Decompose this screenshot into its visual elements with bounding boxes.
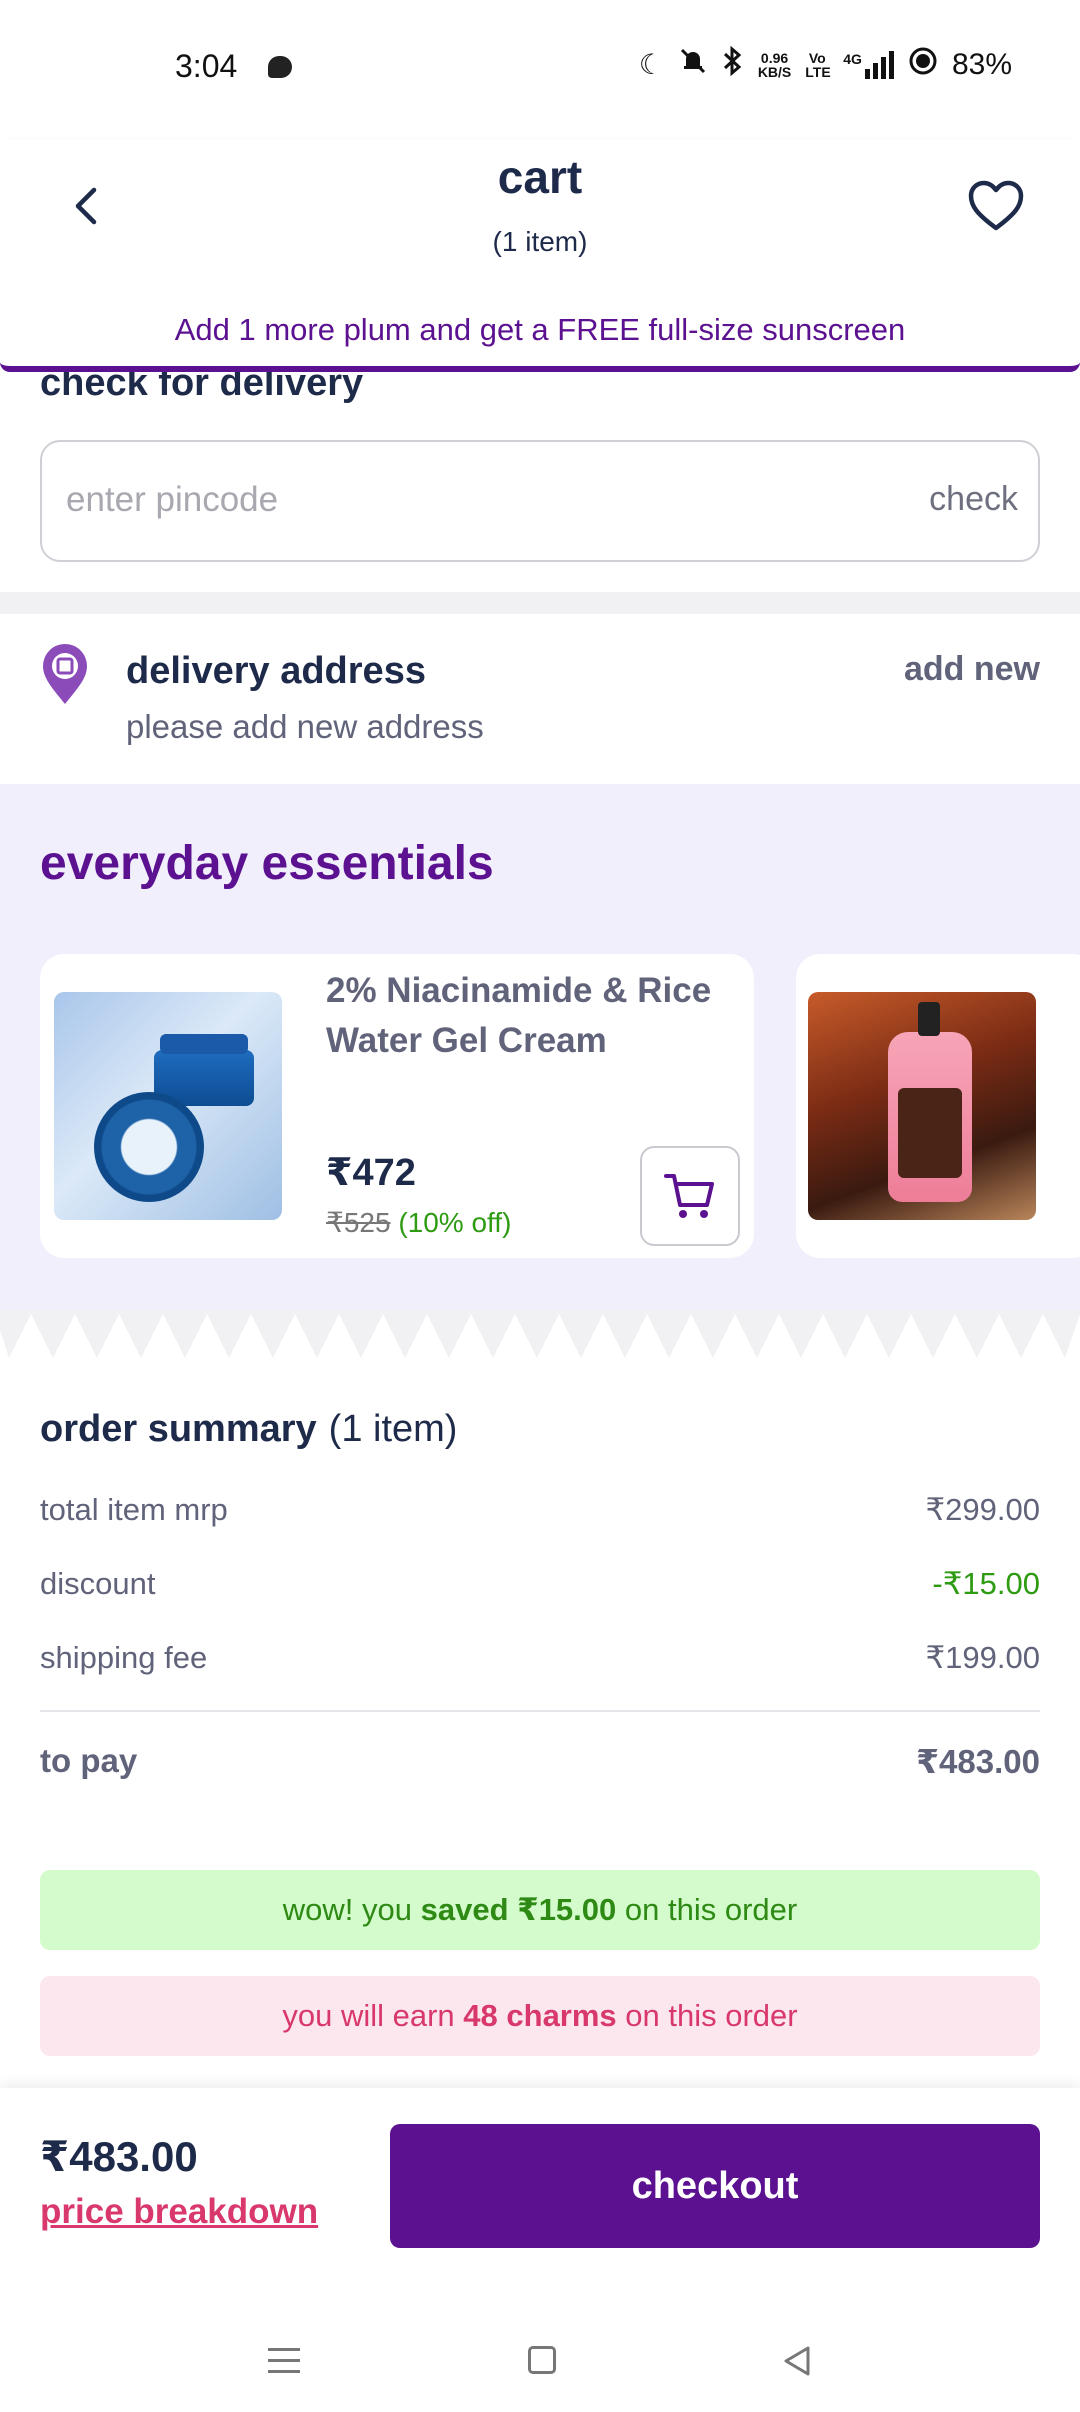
- essentials-title: everyday essentials: [40, 837, 494, 890]
- add-to-cart-button[interactable]: [640, 1146, 740, 1246]
- pincode-field: check: [40, 440, 1040, 562]
- delivery-address-hint: please add new address: [126, 708, 484, 745]
- savings-suffix: on this order: [616, 1892, 798, 1927]
- add-new-address-button[interactable]: add new: [904, 650, 1040, 689]
- cream-jar-open-shape: [94, 1092, 204, 1202]
- summary-row-shipping: shipping fee ₹199.00: [40, 1640, 1040, 1676]
- chat-notification-icon: [268, 56, 292, 78]
- delivery-address-section: delivery address please add new address …: [0, 614, 1080, 784]
- muted-bell-icon: [678, 46, 708, 83]
- signal-icon: 4G: [843, 50, 894, 79]
- savings-banner: wow! you saved ₹15.00 on this order: [40, 1870, 1040, 1950]
- pincode-input[interactable]: [66, 472, 826, 528]
- product-card[interactable]: [796, 954, 1080, 1258]
- page-title: cart: [497, 151, 583, 203]
- summary-value: ₹299.00: [925, 1492, 1040, 1527]
- footer-total: ₹483.00: [40, 2133, 198, 2180]
- home-button[interactable]: [528, 2346, 556, 2374]
- price-breakdown-link[interactable]: price breakdown: [40, 2192, 318, 2232]
- battery-icon: [908, 46, 938, 83]
- product-image: [54, 992, 282, 1220]
- summary-row-mrp: total item mrp ₹299.00: [40, 1492, 1040, 1528]
- charms-amount: 48 charms: [463, 1998, 617, 2033]
- wishlist-button[interactable]: [964, 174, 1028, 238]
- product-discount: (10% off): [398, 1207, 512, 1238]
- system-nav-bar: [0, 2308, 1080, 2412]
- zigzag-divider: [0, 1310, 1080, 1370]
- product-name: 2% Niacinamide & Rice Water Gel Cream: [326, 971, 712, 1060]
- network-speed: 0.96 KB/S: [758, 51, 791, 79]
- charms-prefix: you will earn: [282, 1998, 464, 2033]
- body-lotion-bottle-shape: [888, 1002, 972, 1202]
- order-summary-title: order summary (1 item): [40, 1408, 457, 1451]
- network-type: 4G: [843, 50, 862, 67]
- charms-banner: you will earn 48 charms on this order: [40, 1976, 1040, 2056]
- delivery-address-title: delivery address: [126, 650, 426, 692]
- network-speed-unit: KB/S: [757, 63, 792, 80]
- product-original-price: ₹525: [326, 1207, 391, 1238]
- location-pin-icon: [43, 644, 87, 704]
- section-divider: [0, 592, 1080, 614]
- product-image: [808, 992, 1036, 1220]
- cart-icon: [664, 1174, 714, 1218]
- summary-label: shipping fee: [40, 1640, 208, 1675]
- volte-indicator: Vo LTE: [805, 49, 831, 80]
- to-pay-row: to pay ₹483.00: [40, 1742, 1040, 1780]
- heart-icon: [968, 180, 1024, 231]
- order-summary-count: (1 item): [328, 1408, 458, 1450]
- product-mrp: ₹525 (10% off): [326, 1206, 511, 1239]
- battery-percentage: 83%: [951, 47, 1012, 81]
- order-summary-heading: order summary: [40, 1408, 317, 1450]
- do-not-disturb-moon-icon: ☾: [638, 49, 664, 80]
- delivery-check-section: check for delivery check: [0, 360, 1080, 592]
- checkout-button[interactable]: checkout: [390, 2124, 1040, 2248]
- system-back-button[interactable]: [780, 2344, 814, 2378]
- promo-banner[interactable]: Add 1 more plum and get a FREE full-size…: [0, 292, 1080, 372]
- to-pay-label: to pay: [40, 1742, 138, 1779]
- bluetooth-icon: [722, 45, 744, 83]
- product-price: ₹472: [326, 1152, 416, 1194]
- item-count: (1 item): [492, 226, 588, 257]
- status-bar: 3:04 ☾ 0.96 KB/S Vo LTE 4G 83%: [0, 0, 1080, 140]
- summary-divider: [40, 1710, 1040, 1712]
- check-button[interactable]: check: [929, 480, 1018, 519]
- recent-apps-button[interactable]: [268, 2348, 300, 2374]
- summary-value: -₹15.00: [932, 1566, 1040, 1601]
- summary-label: discount: [40, 1566, 156, 1601]
- summary-row-discount: discount -₹15.00: [40, 1566, 1040, 1602]
- status-time: 3:04: [175, 48, 238, 84]
- charms-suffix: on this order: [616, 1998, 798, 2033]
- product-card[interactable]: 2% Niacinamide & Rice Water Gel Cream ₹4…: [40, 954, 754, 1258]
- savings-prefix: wow! you: [282, 1892, 421, 1927]
- savings-amount: saved ₹15.00: [420, 1892, 617, 1927]
- cart-header: cart (1 item): [0, 140, 1080, 292]
- to-pay-value: ₹483.00: [916, 1743, 1040, 1780]
- summary-value: ₹199.00: [925, 1640, 1040, 1675]
- everyday-essentials-section: everyday essentials 2% Niacinamide & Ric…: [0, 784, 1080, 1324]
- status-icons: ☾ 0.96 KB/S Vo LTE 4G 83%: [638, 45, 1012, 83]
- checkout-footer: ₹483.00 price breakdown checkout: [0, 2088, 1080, 2308]
- summary-label: total item mrp: [40, 1492, 228, 1527]
